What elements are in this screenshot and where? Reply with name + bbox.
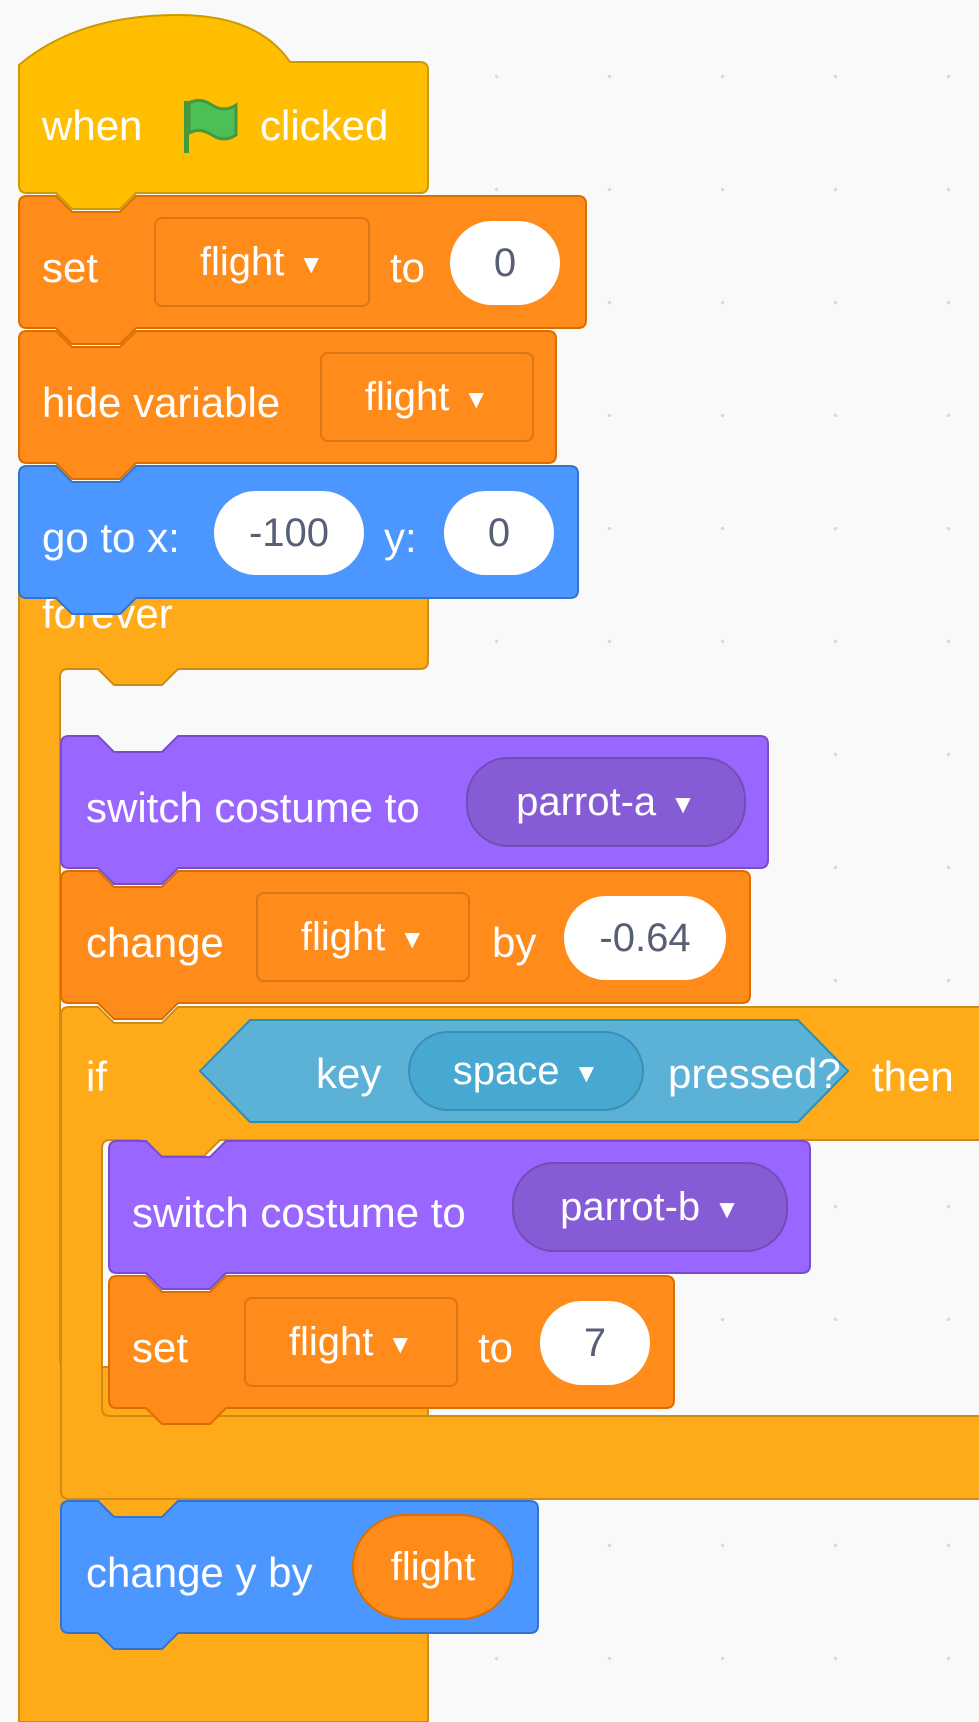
y-input-text: 0	[487, 510, 511, 555]
chevron-down-icon: ▼	[298, 248, 325, 279]
chevron-down-icon: ▼	[573, 1057, 600, 1088]
chevron-down-icon: ▼	[670, 788, 696, 819]
switch-costume-keyword: switch costume to	[132, 1189, 466, 1236]
variable-dropdown[interactable]: flight ▼	[154, 217, 370, 307]
code-area: forever if then key space▼ pressed? w	[0, 0, 979, 1722]
variable-dropdown[interactable]: flight ▼	[244, 1297, 458, 1387]
costume-dropdown[interactable]: parrot-b ▼	[512, 1162, 788, 1252]
hide-variable-block[interactable]: hide variable flight ▼	[18, 330, 558, 480]
variable-dropdown-value: flight	[199, 239, 285, 284]
pressed-label: pressed?	[668, 1050, 841, 1097]
value-input[interactable]: 7	[540, 1301, 650, 1385]
variable-dropdown-value: flight	[288, 1319, 374, 1364]
costume-dropdown-value: parrot-a	[516, 779, 657, 824]
hide-variable-keyword: hide variable	[42, 379, 281, 426]
to-label: to	[390, 244, 426, 291]
green-flag-icon	[184, 98, 238, 153]
x-input-text: -100	[248, 510, 330, 555]
switch-costume-block[interactable]: switch costume to parrot-a ▼	[60, 735, 770, 885]
when-label: when	[42, 102, 143, 149]
change-variable-block[interactable]: change flight ▼ by -0.64	[60, 870, 752, 1020]
change-y-block[interactable]: change y by flight	[60, 1500, 540, 1650]
variable-dropdown[interactable]: flight ▼	[320, 352, 534, 442]
value-input[interactable]: 0	[450, 221, 560, 305]
chevron-down-icon: ▼	[463, 383, 490, 414]
set-keyword: set	[42, 244, 99, 291]
to-label: to	[478, 1324, 514, 1371]
key-pressed-block[interactable]: key space ▼ pressed?	[198, 1019, 850, 1123]
value-input-text: 7	[583, 1320, 607, 1365]
key-option-value: space	[452, 1048, 560, 1093]
value-input[interactable]: -0.64	[564, 896, 726, 980]
variable-dropdown[interactable]: flight ▼	[256, 892, 470, 982]
variable-reporter-text: flight	[390, 1544, 476, 1589]
key-option-dropdown[interactable]: space ▼	[408, 1031, 644, 1111]
go-to-xy-block[interactable]: go to x: -100 y: 0	[18, 465, 580, 615]
set-keyword: set	[132, 1324, 189, 1371]
key-label: key	[316, 1050, 382, 1097]
y-label: y:	[384, 514, 417, 561]
when-flag-clicked-block[interactable]: when clicked	[18, 13, 429, 210]
go-to-x-label: go to x:	[42, 514, 180, 561]
switch-costume-keyword: switch costume to	[86, 784, 420, 831]
value-input-text: -0.64	[599, 915, 691, 960]
if-keyword: if	[86, 1053, 107, 1100]
variable-dropdown-value: flight	[364, 374, 450, 419]
y-input[interactable]: 0	[444, 491, 554, 575]
by-label: by	[492, 919, 537, 966]
x-input[interactable]: -100	[214, 491, 364, 575]
value-input-text: 0	[493, 240, 517, 285]
costume-dropdown-value: parrot-b	[560, 1184, 701, 1229]
set-variable-block[interactable]: set flight ▼ to 7	[108, 1275, 676, 1425]
chevron-down-icon: ▼	[714, 1193, 740, 1224]
chevron-down-icon: ▼	[387, 1328, 414, 1359]
then-keyword: then	[872, 1053, 954, 1100]
change-keyword: change	[86, 919, 224, 966]
set-variable-block[interactable]: set flight ▼ to 0	[18, 195, 588, 345]
variable-dropdown-value: flight	[300, 914, 386, 959]
chevron-down-icon: ▼	[399, 923, 426, 954]
switch-costume-block[interactable]: switch costume to parrot-b ▼	[108, 1140, 812, 1290]
variable-reporter[interactable]: flight	[352, 1514, 514, 1620]
change-y-keyword: change y by	[86, 1549, 313, 1596]
costume-dropdown[interactable]: parrot-a ▼	[466, 757, 746, 847]
clicked-label: clicked	[260, 102, 389, 149]
